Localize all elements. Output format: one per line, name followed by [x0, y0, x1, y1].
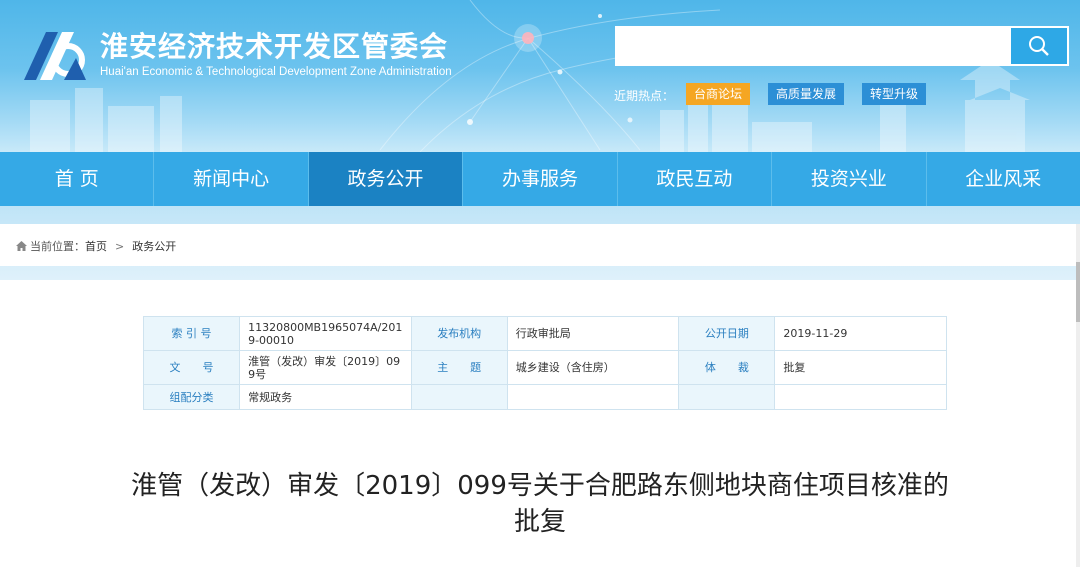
publisher-value: 行政审批局 — [506, 316, 680, 351]
docno-label: 文 号 — [142, 350, 241, 385]
scrollbar-thumb[interactable] — [1076, 262, 1080, 322]
docno-value: 淮管（发改）审发〔2019〕099号 — [239, 350, 412, 385]
table-row: 索 引 号 11320800MB1965074A/2019-00010 发布机构… — [142, 316, 947, 351]
date-value: 2019-11-29 — [774, 316, 947, 351]
breadcrumb-prefix: 当前位置： — [30, 240, 85, 253]
index-label: 索 引 号 — [142, 316, 241, 351]
breadcrumb-home-link[interactable]: 首页 — [85, 238, 107, 254]
nav-news[interactable]: 新闻中心 — [154, 152, 309, 206]
topic-label: 主 题 — [410, 350, 508, 385]
date-label: 公开日期 — [678, 316, 776, 351]
empty-cell — [774, 384, 947, 410]
hot-tag-transformation[interactable]: 转型升级 — [862, 83, 927, 105]
main-nav: 首 页 新闻中心 政务公开 办事服务 政民互动 投资兴业 企业风采 — [0, 152, 1080, 206]
genre-label: 体 裁 — [678, 350, 776, 385]
site-subtitle: Huai'an Economic & Technological Develop… — [100, 66, 452, 78]
empty-cell — [678, 384, 776, 410]
hot-tag-taiwan-forum[interactable]: 台商论坛 — [686, 83, 751, 105]
nav-home[interactable]: 首 页 — [0, 152, 155, 206]
breadcrumb: 当前位置： 首页 > 政务公开 — [16, 238, 176, 254]
site-header: 淮安经济技术开发区管委会 Huai'an Economic & Technolo… — [0, 0, 1080, 152]
nav-investment[interactable]: 投资兴业 — [772, 152, 927, 206]
publisher-label: 发布机构 — [410, 316, 508, 351]
category-label: 组配分类 — [142, 384, 241, 410]
breadcrumb-separator: > — [115, 239, 125, 253]
index-value: 11320800MB1965074A/2019-00010 — [239, 316, 412, 351]
search-input[interactable] — [615, 26, 1011, 66]
breadcrumb-current-link[interactable]: 政务公开 — [132, 238, 176, 254]
nav-services[interactable]: 办事服务 — [463, 152, 618, 206]
site-title: 淮安经济技术开发区管委会 — [100, 30, 449, 63]
nav-government-affairs[interactable]: 政务公开 — [308, 152, 464, 206]
document-meta-table: 索 引 号 11320800MB1965074A/2019-00010 发布机构… — [142, 316, 947, 410]
category-value: 常规政务 — [239, 384, 412, 410]
topic-value: 城乡建设（含住房） — [506, 350, 680, 385]
nav-interaction[interactable]: 政民互动 — [618, 152, 773, 206]
home-icon — [16, 241, 27, 251]
logo-icon — [24, 32, 86, 80]
hot-topics-label: 近期热点： — [614, 89, 675, 103]
empty-cell — [506, 384, 680, 410]
table-row: 组配分类 常规政务 — [142, 384, 947, 410]
empty-cell — [410, 384, 508, 410]
table-row: 文 号 淮管（发改）审发〔2019〕099号 主 题 城乡建设（含住房） 体 裁… — [142, 350, 947, 385]
search-icon — [1029, 36, 1049, 56]
search-button[interactable] — [1011, 26, 1069, 66]
genre-value: 批复 — [774, 350, 947, 385]
document-title: 淮管（发改）审发〔2019〕099号关于合肥路东侧地块商住项目核准的批复 — [131, 471, 949, 537]
hot-tag-high-quality[interactable]: 高质量发展 — [768, 83, 845, 105]
nav-enterprises[interactable]: 企业风采 — [927, 152, 1080, 206]
